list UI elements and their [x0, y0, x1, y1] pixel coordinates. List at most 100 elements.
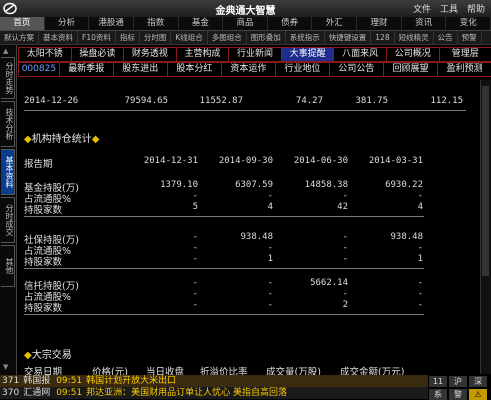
- side-tab-intraday[interactable]: 分时走势: [1, 57, 15, 99]
- nav-forex[interactable]: 外汇: [312, 17, 358, 30]
- scrollbar-thumb[interactable]: [482, 86, 489, 276]
- nav-bond[interactable]: 债券: [268, 17, 313, 30]
- f10-tab-must-read[interactable]: 操盘必读: [70, 47, 125, 62]
- toolbar-f10[interactable]: F10资料: [78, 31, 116, 44]
- inst-cell: 6930.22: [385, 180, 423, 190]
- toolbar-basic-info[interactable]: 基本资料: [39, 31, 78, 44]
- f10-tab-latest-report[interactable]: 最新季报: [58, 62, 114, 77]
- inst-cell: 4: [417, 202, 423, 212]
- warning-icon[interactable]: ⚠: [469, 389, 487, 400]
- f10-tab-management[interactable]: 管理层: [438, 47, 491, 62]
- toolbar-notice[interactable]: 公告: [434, 31, 458, 44]
- f10-tab-business[interactable]: 主营构成: [175, 47, 230, 62]
- diamond-icon: ◆: [24, 350, 32, 361]
- toolbar-indicator[interactable]: 指标: [116, 31, 140, 44]
- inst-cell: 5: [192, 202, 198, 212]
- top-row-date: 2014-12-26: [24, 96, 79, 106]
- f10-tab-shareholders[interactable]: 股东进出: [112, 62, 168, 77]
- nav-index[interactable]: 指数: [134, 17, 179, 30]
- inst-cell: -: [342, 191, 348, 201]
- toolbar-elf[interactable]: 短线精灵: [395, 31, 434, 44]
- side-tab-technical[interactable]: 技术分析: [1, 101, 15, 147]
- toolbar-kline[interactable]: K线组合: [171, 31, 208, 44]
- menu-tools[interactable]: 工具: [440, 2, 458, 15]
- inst-cell: -: [192, 243, 198, 253]
- nav-analysis[interactable]: 分析: [45, 17, 90, 30]
- top-row-value: 381.75: [355, 96, 388, 106]
- vertical-scrollbar[interactable]: [480, 80, 491, 374]
- news-ticker-item[interactable]: 370 汇通网 09:51 邦达亚洲：美国财用品订单让人忧心 美指自高回落: [0, 387, 428, 399]
- f10-tab-industry-position[interactable]: 行业地位: [274, 62, 330, 77]
- f10-tab-dividend[interactable]: 股本分红: [166, 62, 222, 77]
- f10-stock-code[interactable]: 000825: [18, 62, 60, 77]
- top-row-value: 74.27: [295, 96, 323, 106]
- status-tray: 11 沪 深 系 警 ⚠: [428, 375, 491, 400]
- f10-tab-outlook[interactable]: 回顾展望: [382, 62, 438, 77]
- toolbar-shortcut[interactable]: 快捷键设置: [325, 31, 372, 44]
- tray-count[interactable]: 11: [429, 376, 447, 387]
- nav-commodity[interactable]: 商品: [223, 17, 268, 30]
- news-id: 370: [2, 388, 20, 398]
- f10-tab-industry-news[interactable]: 行业新闻: [228, 47, 282, 62]
- side-tabs: ▲ 分时走势 技术分析 基本资料 分时成交 其他 ▼: [0, 45, 17, 375]
- inst-cell: -: [267, 191, 273, 201]
- inst-cell: -: [417, 243, 423, 253]
- f10-tab-eight-winds[interactable]: 八面来风: [333, 47, 387, 62]
- inst-cell: -: [192, 289, 198, 299]
- nav-fund[interactable]: 基金: [179, 17, 224, 30]
- diamond-icon: ◆: [24, 134, 32, 145]
- inst-cell: 1379.10: [160, 180, 198, 190]
- nav-change[interactable]: 变化: [446, 17, 491, 30]
- toolbar-alert[interactable]: 预警: [458, 31, 482, 44]
- toolbar-num[interactable]: 128: [371, 31, 395, 44]
- nav-news[interactable]: 资讯: [402, 17, 447, 30]
- divider: [24, 314, 424, 315]
- toolbar-scheme[interactable]: 默认方案: [0, 31, 39, 44]
- news-headline[interactable]: 韩国计划开放大米出口: [86, 375, 176, 387]
- f10-tab-finance[interactable]: 财务透视: [123, 47, 177, 62]
- inst-cell: -: [342, 243, 348, 253]
- inst-cell: -: [267, 289, 273, 299]
- block-section-title: ◆大宗交易: [24, 346, 72, 361]
- divider: [24, 268, 424, 269]
- nav-wealth[interactable]: 理财: [357, 17, 402, 30]
- period-date: 2014-12-31: [143, 156, 198, 166]
- inst-cell: 1: [267, 254, 273, 264]
- menu-file[interactable]: 文件: [413, 2, 431, 15]
- inst-cell: 5662.14: [310, 278, 348, 288]
- f10-tab-profit-forecast[interactable]: 盈利预测: [436, 62, 491, 77]
- tray-sys[interactable]: 系: [429, 389, 447, 400]
- f10-stock-name[interactable]: 太阳不锈: [18, 47, 72, 62]
- side-tab-other[interactable]: 其他: [1, 245, 15, 287]
- toolbar-multi-chart[interactable]: 多图组合: [208, 31, 247, 44]
- inst-row-label: 持股家数: [24, 257, 63, 268]
- side-tab-trades[interactable]: 分时成交: [1, 197, 15, 243]
- toolbar-overlay[interactable]: 图形叠加: [247, 31, 286, 44]
- inst-cell: 1: [417, 254, 423, 264]
- nav-home[interactable]: 首页: [0, 17, 45, 30]
- news-headline[interactable]: 邦达亚洲：美国财用品订单让人忧心 美指自高回落: [86, 387, 287, 399]
- tray-alert[interactable]: 警: [449, 389, 467, 400]
- nav-hk-connect[interactable]: 港股通: [89, 17, 134, 30]
- f10-tab-profile[interactable]: 公司概况: [385, 47, 440, 62]
- menu-help[interactable]: 帮助: [467, 2, 485, 15]
- tray-sh[interactable]: 沪: [449, 376, 467, 387]
- inst-section-title: ◆机构持仓统计◆: [24, 130, 99, 145]
- f10-tab-events[interactable]: 大事提醒: [280, 47, 335, 62]
- f10-row-2: 000825 最新季报 股东进出 股本分红 资本运作 行业地位 公司公告 回顾展…: [18, 62, 491, 77]
- news-ticker-item[interactable]: 371 韩国报 09:51 韩国计划开放大米出口: [0, 375, 428, 387]
- down-arrow-icon[interactable]: ▼: [3, 363, 8, 371]
- f10-tab-capital[interactable]: 资本运作: [220, 62, 276, 77]
- diamond-icon: ◆: [91, 134, 100, 145]
- toolbar-system[interactable]: 系统指示: [286, 31, 325, 44]
- side-tab-fundamentals[interactable]: 基本资料: [1, 149, 15, 195]
- inst-cell: -: [342, 289, 348, 299]
- toolbar-intraday[interactable]: 分时图: [140, 31, 172, 44]
- period-date: 2014-03-31: [368, 156, 423, 166]
- inst-cell: -: [267, 300, 273, 310]
- inst-cell: 938.48: [240, 232, 273, 242]
- tray-sz[interactable]: 深: [469, 376, 487, 387]
- inst-cell: -: [192, 300, 198, 310]
- f10-tab-announcements[interactable]: 公司公告: [328, 62, 384, 77]
- up-arrow-icon[interactable]: ▲: [3, 47, 8, 55]
